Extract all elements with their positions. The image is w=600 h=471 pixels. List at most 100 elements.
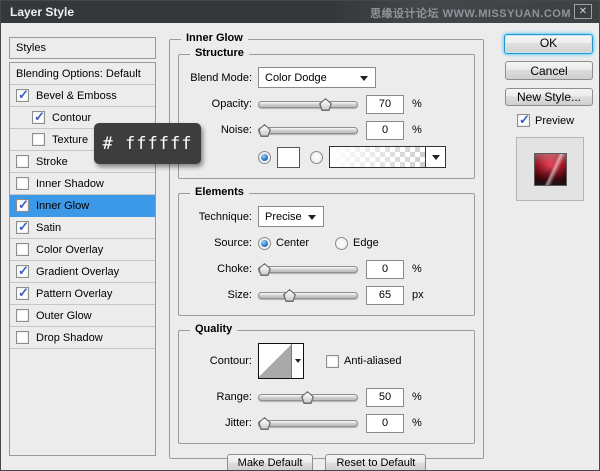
make-default-button[interactable]: Make Default: [226, 454, 314, 470]
range-input[interactable]: [366, 387, 404, 407]
size-unit: px: [412, 289, 424, 301]
noise-slider-track[interactable]: [258, 127, 358, 134]
inner-shadow-checkbox[interactable]: [16, 177, 29, 190]
new-style-button[interactable]: New Style...: [505, 88, 593, 106]
choke-label: Choke:: [217, 263, 252, 275]
contour-checkbox[interactable]: [32, 109, 45, 125]
technique-dropdown[interactable]: Precise: [258, 206, 324, 227]
sidebar-item-bevel-emboss[interactable]: Bevel & Emboss: [10, 85, 155, 107]
choke-unit: %: [412, 263, 422, 275]
close-icon[interactable]: ✕: [574, 4, 592, 19]
technique-label: Technique:: [198, 210, 252, 223]
jitter-slider-thumb[interactable]: [258, 417, 271, 430]
structure-group: Structure Blend Mode: Color Dodge Opacit…: [178, 47, 475, 179]
sidebar-item-label: Inner Glow: [36, 199, 90, 212]
sidebar-item-label: Drop Shadow: [36, 331, 103, 344]
reset-to-default-button[interactable]: Reset to Default: [325, 454, 427, 470]
layer-preview-thumbnail: [534, 153, 567, 186]
color-value-tooltip: # ffffff: [94, 123, 201, 164]
sidebar-item-inner-glow[interactable]: Inner Glow: [10, 195, 155, 217]
structure-legend: Structure: [190, 47, 249, 59]
opacity-slider[interactable]: [258, 95, 358, 113]
size-input[interactable]: [366, 285, 404, 305]
sidebar-item-label: Outer Glow: [36, 309, 92, 322]
sidebar-item-label: Color Overlay: [36, 243, 104, 256]
contour-label: Contour:: [209, 355, 252, 367]
blend-mode-value: Color Dodge: [265, 71, 327, 84]
opacity-input[interactable]: [366, 94, 404, 114]
sidebar-item-label: Contour: [52, 111, 92, 124]
opacity-slider-thumb[interactable]: [319, 98, 332, 111]
sidebar-item-drop-shadow[interactable]: Drop Shadow: [10, 327, 155, 349]
size-slider-thumb[interactable]: [283, 289, 296, 302]
choke-slider-track[interactable]: [258, 266, 358, 273]
sidebar-item-color-overlay[interactable]: Color Overlay: [10, 239, 155, 261]
range-slider[interactable]: [258, 388, 358, 406]
choke-input[interactable]: [366, 259, 404, 279]
anti-aliased-checkbox[interactable]: [326, 354, 339, 368]
preview-checkbox[interactable]: [517, 112, 530, 128]
chevron-down-icon: [308, 215, 316, 220]
sidebar-item-outer-glow[interactable]: Outer Glow: [10, 305, 155, 327]
technique-value: Precise: [265, 210, 302, 223]
noise-slider[interactable]: [258, 121, 358, 139]
contour-dropdown-arrow[interactable]: [291, 344, 303, 378]
sidebar-item-pattern-overlay[interactable]: Pattern Overlay: [10, 283, 155, 305]
sidebar-item-label: Gradient Overlay: [36, 265, 120, 278]
contour-thumbnail[interactable]: [259, 344, 291, 378]
stroke-checkbox[interactable]: [16, 155, 29, 168]
jitter-input[interactable]: [366, 413, 404, 433]
pattern-overlay-checkbox[interactable]: [16, 285, 29, 301]
jitter-slider-track[interactable]: [258, 420, 358, 427]
contour-picker[interactable]: [258, 343, 304, 379]
styles-header: Styles: [9, 37, 156, 59]
title-bar[interactable]: Layer Style 思缘设计论坛 WWW.MISSYUAN.COM ✕: [1, 1, 599, 23]
cancel-button[interactable]: Cancel: [505, 61, 593, 80]
texture-checkbox[interactable]: [32, 133, 45, 146]
source-center-radio[interactable]: [258, 236, 271, 250]
source-edge-label: Edge: [353, 237, 379, 249]
jitter-label: Jitter:: [225, 417, 252, 429]
sidebar-item-satin[interactable]: Satin: [10, 217, 155, 239]
source-edge-radio[interactable]: [335, 236, 349, 250]
choke-slider-thumb[interactable]: [258, 263, 271, 276]
sidebar-item-blending-options[interactable]: Blending Options: Default: [10, 63, 155, 85]
gradient-picker-arrow[interactable]: [426, 146, 446, 168]
bevel-emboss-checkbox[interactable]: [16, 87, 29, 103]
size-slider[interactable]: [258, 286, 358, 304]
opacity-label: Opacity:: [211, 98, 252, 110]
gradient-bar[interactable]: [329, 146, 426, 168]
blend-mode-dropdown[interactable]: Color Dodge: [258, 67, 376, 88]
color-radio[interactable]: [258, 150, 271, 164]
quality-group: Quality Contour: Anti-aliased Range: %: [178, 323, 475, 444]
layer-style-dialog: Layer Style 思缘设计论坛 WWW.MISSYUAN.COM ✕ St…: [0, 0, 600, 471]
sidebar-item-label: Blending Options: Default: [16, 67, 141, 80]
range-label: Range:: [216, 391, 252, 403]
jitter-slider[interactable]: [258, 414, 358, 432]
size-label: Size:: [227, 289, 252, 301]
size-slider-track[interactable]: [258, 292, 358, 299]
elements-group: Elements Technique: Precise Source: Cent…: [178, 186, 475, 316]
inner-glow-checkbox[interactable]: [16, 197, 29, 213]
gradient-overlay-checkbox[interactable]: [16, 263, 29, 279]
sidebar-item-label: Inner Shadow: [36, 177, 104, 190]
satin-checkbox[interactable]: [16, 219, 29, 235]
range-unit: %: [412, 391, 422, 403]
color-overlay-checkbox[interactable]: [16, 243, 29, 256]
sidebar-item-inner-shadow[interactable]: Inner Shadow: [10, 173, 155, 195]
opacity-slider-track[interactable]: [258, 101, 358, 108]
noise-input[interactable]: [366, 120, 404, 140]
drop-shadow-checkbox[interactable]: [16, 331, 29, 344]
ok-button[interactable]: OK: [504, 34, 593, 54]
glow-color-swatch[interactable]: [277, 146, 300, 168]
range-slider-thumb[interactable]: [301, 391, 314, 404]
sidebar-item-gradient-overlay[interactable]: Gradient Overlay: [10, 261, 155, 283]
outer-glow-checkbox[interactable]: [16, 309, 29, 322]
opacity-unit: %: [412, 98, 422, 110]
gradient-radio[interactable]: [310, 150, 323, 164]
panel-title: Inner Glow: [181, 32, 248, 44]
choke-slider[interactable]: [258, 260, 358, 278]
chevron-down-icon: [360, 76, 368, 81]
elements-legend: Elements: [190, 186, 249, 198]
noise-slider-thumb[interactable]: [258, 124, 271, 137]
